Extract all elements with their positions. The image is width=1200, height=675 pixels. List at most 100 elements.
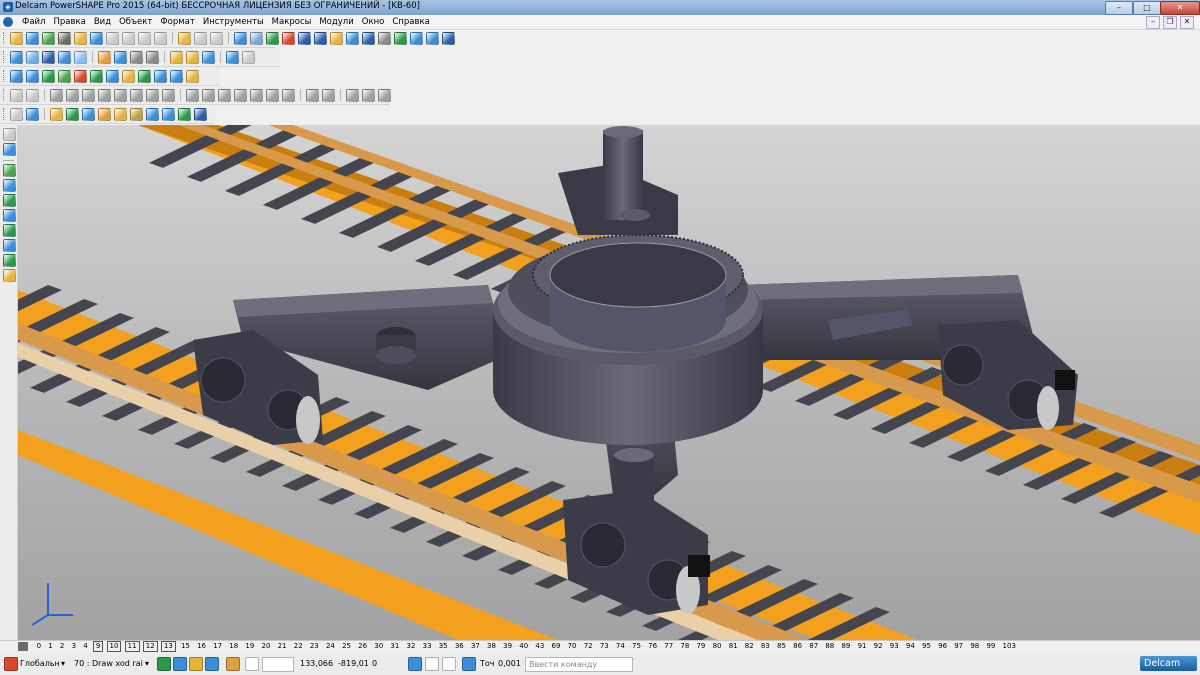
toolbar-grip[interactable]	[3, 108, 9, 120]
level-button[interactable]: 40	[516, 641, 532, 652]
toolbar-tool-icon[interactable]	[42, 70, 55, 83]
toolbar-tool-icon[interactable]	[114, 89, 127, 102]
toolbar-tool-icon[interactable]	[26, 51, 39, 64]
level-button[interactable]: 91	[854, 641, 870, 652]
workplane-icon[interactable]	[408, 657, 422, 671]
level-button[interactable]: 37	[467, 641, 483, 652]
toolbar-tool-icon[interactable]	[138, 32, 151, 45]
toolbar-tool-icon[interactable]	[130, 51, 143, 64]
snap-icon[interactable]	[157, 657, 171, 671]
level-button[interactable]: 32	[403, 641, 419, 652]
point-icon[interactable]	[226, 657, 240, 671]
level-button[interactable]: 17	[210, 641, 226, 652]
toolbar-tool-icon[interactable]	[346, 89, 359, 102]
toolbar-tool-icon[interactable]	[114, 108, 127, 121]
toolbar-tool-icon[interactable]	[98, 51, 111, 64]
level-button[interactable]: 35	[435, 641, 451, 652]
level-button[interactable]: 94	[902, 641, 918, 652]
level-button[interactable]: 3	[68, 641, 80, 652]
toolbar-tool-icon[interactable]	[82, 108, 95, 121]
toolbar-tool-icon[interactable]	[26, 70, 39, 83]
toolbar-tool-icon[interactable]	[362, 89, 375, 102]
graphics-viewport[interactable]	[18, 125, 1200, 640]
levels-icon[interactable]	[18, 642, 28, 651]
mdi-close-button[interactable]: ✕	[1180, 16, 1194, 29]
toolbar-tool-icon[interactable]	[98, 89, 111, 102]
toolbar-tool-icon[interactable]	[146, 108, 159, 121]
toolbar-tool-icon[interactable]	[26, 89, 39, 102]
level-button[interactable]: 33	[419, 641, 435, 652]
level-button[interactable]: 11	[124, 641, 140, 652]
level-button[interactable]: 76	[645, 641, 661, 652]
level-select[interactable]: 70 : Draw xod rai	[74, 657, 148, 670]
model-view[interactable]	[18, 125, 1200, 640]
level-button[interactable]: 98	[967, 641, 983, 652]
toolbar-tool-icon[interactable]	[154, 70, 167, 83]
calculator-icon[interactable]	[425, 657, 439, 671]
mdi-restore-button[interactable]: ❐	[1163, 16, 1177, 29]
toolbar-tool-icon[interactable]	[10, 70, 23, 83]
menu-item[interactable]: Макросы	[268, 16, 316, 28]
toolbar-tool-icon[interactable]	[186, 70, 199, 83]
level-button[interactable]: 19	[242, 641, 258, 652]
level-button[interactable]: 4	[80, 641, 92, 652]
toolbar-tool-icon[interactable]	[234, 32, 247, 45]
toolbar-tool-icon[interactable]	[202, 89, 215, 102]
level-button[interactable]: 9	[92, 641, 104, 652]
level-button[interactable]: 21	[274, 641, 290, 652]
toolbar-tool-icon[interactable]	[138, 70, 151, 83]
toolbar-tool-icon[interactable]	[10, 32, 23, 45]
toolbar-tool-icon[interactable]	[194, 108, 207, 121]
level-button[interactable]: 80	[709, 641, 725, 652]
level-button[interactable]: 36	[451, 641, 467, 652]
snap-icon[interactable]	[173, 657, 187, 671]
toolbar-tool-icon[interactable]	[186, 89, 199, 102]
menu-item[interactable]: Окно	[358, 16, 389, 28]
toolbar-tool-icon[interactable]	[66, 89, 79, 102]
toolbar-tool-icon[interactable]	[162, 89, 175, 102]
level-button[interactable]: 13	[160, 641, 176, 652]
level-button[interactable]: 38	[483, 641, 499, 652]
level-button[interactable]: 87	[806, 641, 822, 652]
menu-item[interactable]: Справка	[388, 16, 433, 28]
toolbar-tool-icon[interactable]	[362, 32, 375, 45]
level-button[interactable]: 24	[322, 641, 338, 652]
toolbar-tool-icon[interactable]	[90, 70, 103, 83]
toolbar-tool-icon[interactable]	[74, 51, 87, 64]
level-button[interactable]: 25	[338, 641, 354, 652]
menu-item[interactable]: Объект	[115, 16, 156, 28]
snap-icon[interactable]	[205, 657, 219, 671]
toolbar-tool-icon[interactable]	[378, 89, 391, 102]
toolbar-tool-icon[interactable]	[426, 32, 439, 45]
level-button[interactable]: 93	[886, 641, 902, 652]
toolbar-tool-icon[interactable]	[154, 32, 167, 45]
toolbar-tool-icon[interactable]	[3, 143, 16, 156]
toolbar-tool-icon[interactable]	[10, 51, 23, 64]
level-button[interactable]: 69	[548, 641, 564, 652]
level-button[interactable]: 86	[790, 641, 806, 652]
toolbar-grip[interactable]	[3, 70, 9, 82]
level-button[interactable]: 10	[106, 641, 122, 652]
toolbar-tool-icon[interactable]	[42, 51, 55, 64]
grid-icon[interactable]	[245, 657, 259, 671]
toolbar-tool-icon[interactable]	[98, 108, 111, 121]
menu-item[interactable]: Файл	[18, 16, 49, 28]
toolbar-tool-icon[interactable]	[106, 70, 119, 83]
level-button[interactable]: 1	[45, 641, 57, 652]
toolbar-tool-icon[interactable]	[50, 108, 63, 121]
toolbar-tool-icon[interactable]	[3, 194, 16, 207]
level-button[interactable]: 12	[142, 641, 158, 652]
grid-field[interactable]	[262, 657, 294, 672]
document-icon[interactable]	[3, 17, 13, 27]
level-button[interactable]: 18	[226, 641, 242, 652]
level-button[interactable]: 83	[757, 641, 773, 652]
level-button[interactable]: 97	[951, 641, 967, 652]
toolbar-tool-icon[interactable]	[130, 108, 143, 121]
toolbar-tool-icon[interactable]	[346, 32, 359, 45]
toolbar-tool-icon[interactable]	[58, 70, 71, 83]
toolbar-tool-icon[interactable]	[66, 108, 79, 121]
toolbar-tool-icon[interactable]	[106, 32, 119, 45]
level-button[interactable]: 85	[773, 641, 789, 652]
toolbar-tool-icon[interactable]	[146, 89, 159, 102]
toolbar-tool-icon[interactable]	[314, 32, 327, 45]
